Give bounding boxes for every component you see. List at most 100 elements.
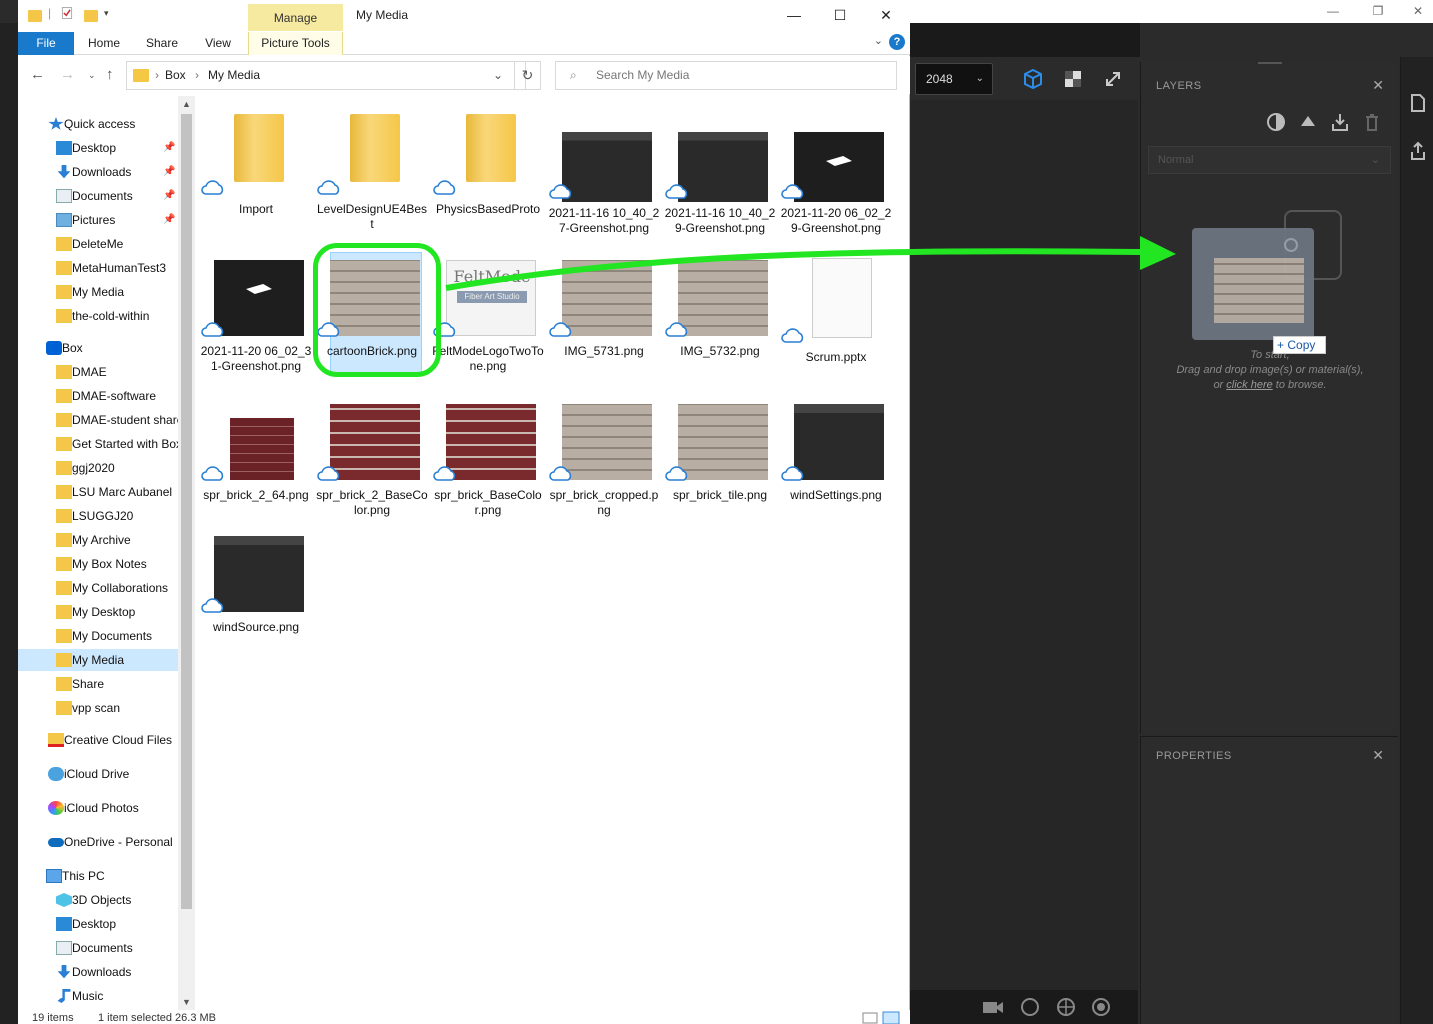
file-item[interactable]: FeltMode Fiber Art Studio FeltModeLogoTwoT… <box>432 258 544 388</box>
file-item[interactable]: spr_brick_2_BaseColor.png <box>316 402 428 532</box>
chevron-right-icon[interactable]: › <box>195 68 199 82</box>
maximize-button[interactable]: ☐ <box>820 4 860 26</box>
nav-item-dmae-student-share[interactable]: DMAE-student share <box>18 409 183 431</box>
address-bar[interactable]: › Box › My Media ⌄ <box>126 61 526 90</box>
import-icon[interactable] <box>1330 112 1350 132</box>
nav-item-onedrive-personal[interactable]: OneDrive - Personal <box>18 831 178 853</box>
trash-icon[interactable] <box>1362 112 1382 132</box>
resolution-select[interactable]: 2048 ⌄ <box>915 63 993 95</box>
tab-view[interactable]: View <box>194 32 242 55</box>
fill-layer-icon[interactable] <box>1266 112 1286 132</box>
nav-item-desktop[interactable]: Desktop 📌 <box>18 137 178 159</box>
nav-item-pictures[interactable]: Pictures 📌 <box>18 209 178 231</box>
nav-item-get-started-with-box[interactable]: Get Started with Box <box>18 433 182 455</box>
recent-locations-icon[interactable]: ⌄ <box>88 70 96 81</box>
editor-close-button[interactable]: ✕ <box>1405 2 1431 20</box>
close-icon[interactable]: ✕ <box>1372 77 1384 94</box>
nav-item-documents[interactable]: Documents 📌 <box>18 185 178 207</box>
nav-item-ggj2020[interactable]: ggj2020 <box>18 457 178 479</box>
scroll-down-icon[interactable]: ▼ <box>178 994 195 1010</box>
nav-item-box[interactable]: Box <box>18 337 178 359</box>
tab-share[interactable]: Share <box>138 32 186 55</box>
nav-item-metahumantest3[interactable]: MetaHumanTest3 <box>18 257 178 279</box>
close-icon[interactable]: ✕ <box>1372 747 1384 764</box>
file-item[interactable]: spr_brick_tile.png <box>664 402 776 532</box>
nav-item-share[interactable]: Share <box>18 673 178 695</box>
breadcrumb-box[interactable]: Box <box>165 68 186 82</box>
blend-mode-select[interactable]: Normal ⌄ <box>1148 146 1391 174</box>
checker-icon[interactable] <box>1062 68 1084 90</box>
browse-link[interactable]: click here <box>1226 379 1272 391</box>
nav-item-vpp-scan[interactable]: vpp scan <box>18 697 178 719</box>
3d-cube-icon[interactable] <box>1022 68 1044 90</box>
nav-item-documents[interactable]: Documents <box>18 937 178 959</box>
file-item[interactable]: LevelDesignUE4Best <box>316 110 428 240</box>
nav-item-lsuggj20[interactable]: LSUGGJ20 <box>18 505 178 527</box>
nav-item-my-desktop[interactable]: My Desktop <box>18 601 178 623</box>
forward-icon[interactable]: → <box>60 66 75 83</box>
file-item[interactable]: windSettings.png <box>780 402 892 532</box>
nav-item-desktop[interactable]: Desktop <box>18 913 178 935</box>
nav-item-my-media[interactable]: My Media <box>18 281 178 303</box>
nav-item-quick-access[interactable]: Quick access <box>18 113 178 135</box>
refresh-button[interactable]: ↻ <box>514 61 541 90</box>
nav-item-dmae-software[interactable]: DMAE-software <box>18 385 178 407</box>
back-icon[interactable]: ← <box>30 66 45 83</box>
close-button[interactable]: ✕ <box>866 4 906 26</box>
pin-icon[interactable]: 📌 <box>163 185 175 207</box>
properties-icon[interactable] <box>60 6 74 20</box>
tab-home[interactable]: Home <box>80 32 128 55</box>
chevron-right-icon[interactable]: › <box>155 68 159 82</box>
nav-item-downloads[interactable]: Downloads 📌 <box>18 161 178 183</box>
expand-ribbon-icon[interactable]: ⌄ <box>874 34 883 47</box>
viewport[interactable] <box>910 100 1138 990</box>
globe-icon[interactable] <box>1055 996 1077 1018</box>
nav-item-my-archive[interactable]: My Archive <box>18 529 178 551</box>
paint-layer-icon[interactable] <box>1298 112 1318 132</box>
up-icon[interactable]: ↑ <box>106 66 114 83</box>
nav-item-downloads[interactable]: Downloads <box>18 961 178 983</box>
expand-icon[interactable] <box>1102 68 1124 90</box>
file-item[interactable]: 2021-11-16 10_40_27-Greenshot.png <box>548 110 660 240</box>
file-item[interactable]: PhysicsBasedProto <box>432 110 544 240</box>
file-item[interactable]: IMG_5732.png <box>664 258 776 388</box>
view-toggle-icons[interactable] <box>861 1010 901 1024</box>
nav-item-dmae[interactable]: DMAE <box>18 361 178 383</box>
nav-item-this-pc[interactable]: This PC <box>18 865 178 887</box>
editor-restore-button[interactable]: ❐ <box>1365 2 1391 20</box>
chevron-down-icon[interactable]: ⌄ <box>493 68 503 82</box>
customize-qat-icon[interactable]: ▾ <box>104 8 109 19</box>
pin-icon[interactable]: 📌 <box>163 209 175 231</box>
tab-picture-tools[interactable]: Picture Tools <box>248 32 343 55</box>
file-item[interactable]: windSource.png <box>200 534 312 664</box>
nav-item-my-collaborations[interactable]: My Collaborations <box>18 577 178 599</box>
breadcrumb-my-media[interactable]: My Media <box>208 68 260 82</box>
nav-item-icloud-photos[interactable]: iCloud Photos <box>18 797 178 819</box>
file-item[interactable]: Import <box>200 110 312 240</box>
tab-file[interactable]: File <box>18 32 74 55</box>
nav-item-music[interactable]: Music <box>18 985 178 1007</box>
nav-item-deleteme[interactable]: DeleteMe <box>18 233 178 255</box>
pin-icon[interactable]: 📌 <box>163 137 175 159</box>
minimize-button[interactable]: — <box>774 4 814 26</box>
nav-item-my-documents[interactable]: My Documents <box>18 625 178 647</box>
help-icon[interactable]: ? <box>889 34 905 50</box>
document-icon[interactable] <box>1409 93 1427 113</box>
file-item[interactable]: 2021-11-16 10_40_29-Greenshot.png <box>664 110 776 240</box>
file-item[interactable]: IMG_5731.png <box>548 258 660 388</box>
pin-icon[interactable]: 📌 <box>163 161 175 183</box>
scroll-up-icon[interactable]: ▲ <box>178 96 195 112</box>
nav-item-creative-cloud-files[interactable]: Creative Cloud Files <box>18 729 178 751</box>
nav-scrollbar[interactable]: ▲ ▼ <box>178 96 195 1010</box>
scroll-thumb[interactable] <box>181 114 192 909</box>
nav-item-my-box-notes[interactable]: My Box Notes <box>18 553 178 575</box>
file-item[interactable]: 2021-11-20 06_02_29-Greenshot.png <box>780 110 892 240</box>
editor-minimize-button[interactable]: — <box>1320 2 1346 20</box>
search-input[interactable]: ⌕ Search My Media <box>555 61 897 90</box>
camera-icon[interactable] <box>982 998 1004 1016</box>
export-icon[interactable] <box>1409 141 1427 161</box>
nav-item-my-media[interactable]: My Media <box>18 649 178 671</box>
file-item[interactable]: spr_brick_BaseColor.png <box>432 402 544 532</box>
file-item[interactable]: spr_brick_2_64.png <box>200 402 312 532</box>
nav-item-icloud-drive[interactable]: iCloud Drive <box>18 763 178 785</box>
